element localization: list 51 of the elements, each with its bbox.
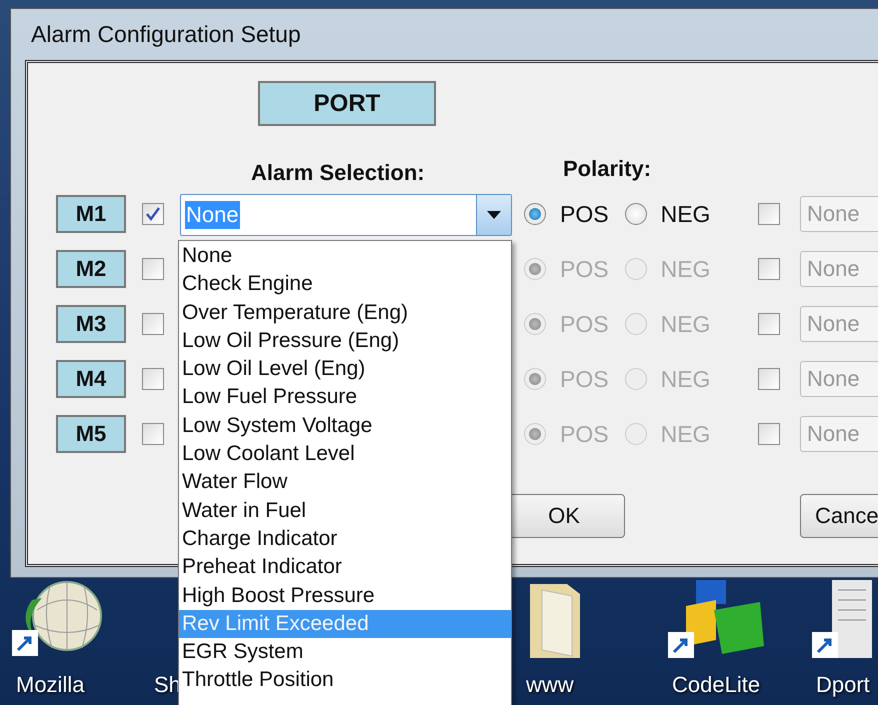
dropdown-option[interactable]: Water Flow — [179, 468, 511, 497]
radio-label: POS — [560, 310, 609, 338]
desktop-icon-label[interactable]: www — [526, 672, 574, 698]
desktop-icon-label[interactable]: CodeLite — [672, 672, 760, 698]
polarity-heading: Polarity: — [563, 156, 652, 182]
channel-button[interactable]: M4 — [56, 360, 126, 398]
dropdown-option[interactable]: Low Coolant Level — [179, 440, 511, 468]
alarm-selection-heading: Alarm Selection: — [251, 160, 425, 186]
checkbox[interactable] — [758, 258, 780, 280]
dropdown-option[interactable]: Low Fuel Pressure — [179, 383, 511, 412]
dropdown-option[interactable]: EGR System — [179, 638, 511, 666]
radio-label: POS — [560, 366, 609, 392]
checkbox[interactable] — [142, 423, 164, 445]
channel-button[interactable]: M5 — [56, 415, 126, 453]
checkbox[interactable] — [142, 203, 164, 225]
document-shortcut-icon[interactable] — [812, 580, 874, 660]
checkbox[interactable] — [142, 258, 164, 280]
dropdown-option[interactable]: Preheat Indicator — [179, 553, 511, 582]
radio-button[interactable] — [624, 203, 647, 225]
radio-label: NEG — [660, 420, 710, 448]
desktop-icon-label[interactable]: Dport — [816, 672, 870, 698]
dropdown-option[interactable]: Throttle Position — [179, 666, 511, 695]
port-button[interactable]: PORT — [258, 81, 436, 126]
checkbox[interactable] — [142, 368, 164, 390]
checkbox[interactable] — [758, 313, 780, 335]
checkbox[interactable] — [758, 203, 780, 225]
window-title: Alarm Configuration Setup — [31, 20, 301, 48]
desktop-icon-label[interactable]: Mozilla — [16, 672, 84, 698]
radio-label: POS — [560, 420, 609, 448]
channel-button[interactable]: M3 — [56, 305, 126, 343]
dropdown-option[interactable]: Low Oil Level (Eng) — [179, 355, 511, 384]
radio-label: POS — [560, 256, 609, 282]
dropdown-option[interactable]: Low System Voltage — [179, 412, 511, 440]
dropdown-option[interactable]: High Boost Pressure — [179, 582, 511, 610]
dropdown-option[interactable]: Over Temperature (Eng) — [179, 298, 511, 327]
checkbox[interactable] — [758, 368, 780, 390]
radio-label: NEG — [660, 200, 710, 228]
dropdown-option[interactable]: Check Engine — [179, 270, 511, 299]
dropdown-arrow-icon — [487, 211, 501, 219]
radio-label: POS — [560, 200, 609, 228]
dropdown-option[interactable]: None — [179, 242, 511, 270]
radio-label: NEG — [660, 366, 710, 392]
dialog-button[interactable]: Cance — [800, 494, 878, 538]
radio-button[interactable] — [524, 203, 546, 225]
channel-button[interactable]: M2 — [56, 250, 126, 288]
dropdown-option[interactable]: Low Oil Pressure (Eng) — [179, 326, 511, 356]
channel-button[interactable]: M1 — [56, 195, 126, 233]
checkbox[interactable] — [142, 313, 164, 335]
checkbox[interactable] — [758, 423, 780, 445]
radio-label: NEG — [660, 256, 710, 282]
radio-label: NEG — [660, 310, 710, 338]
